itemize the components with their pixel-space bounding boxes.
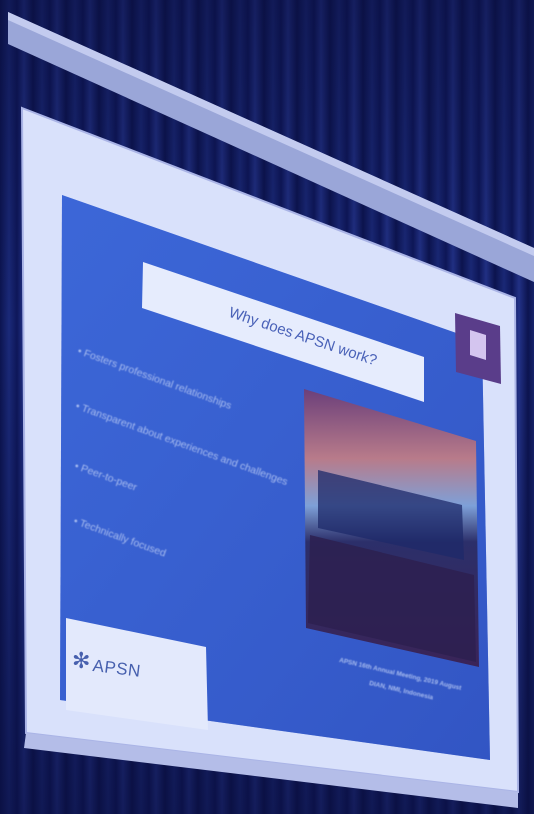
projection-screen: [8, 12, 534, 808]
